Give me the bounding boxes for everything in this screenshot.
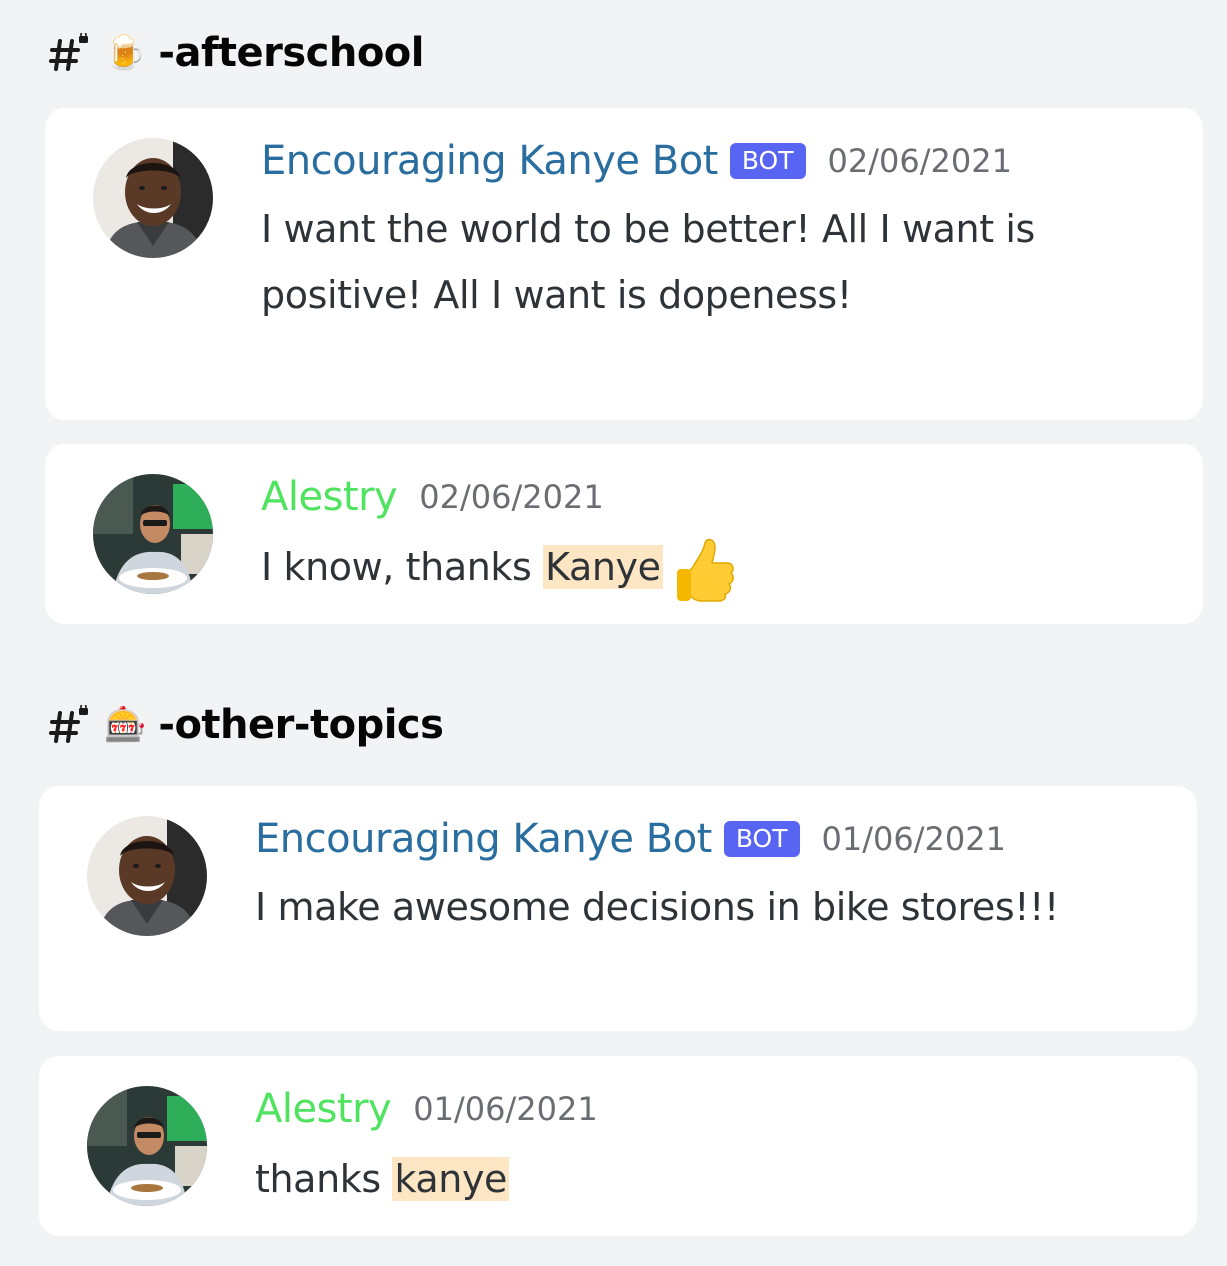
channel-name: -other-topics [158,702,444,748]
message-text-plain: thanks [255,1157,393,1201]
message-header: Alestry 02/06/2021 [261,474,604,520]
locked-hashtag-icon [48,33,92,73]
message-text: I want the world to be better! All I wan… [261,207,1035,317]
message-card: Alestry 01/06/2021 thanks kanye [39,1056,1197,1236]
author-name[interactable]: Alestry [261,474,398,520]
kanye-avatar[interactable] [93,138,213,258]
channel-header-other-topics[interactable]: 🎰 -other-topics [48,700,444,750]
timestamp: 01/06/2021 [413,1090,598,1128]
thumbs-up-icon [676,538,734,602]
message-header: Encouraging Kanye Bot BOT 01/06/2021 [255,816,1006,862]
beer-emoji-icon: 🍺 [104,33,147,73]
message-card: Encouraging Kanye Bot BOT 01/06/2021 I m… [39,786,1197,1031]
message-header: Encouraging Kanye Bot BOT 02/06/2021 [261,138,1012,184]
message-text: I know, thanks Kanye [261,534,735,603]
alestry-avatar[interactable] [93,474,213,594]
message-text: thanks kanye [255,1146,510,1212]
channel-header-afterschool[interactable]: 🍺 -afterschool [48,28,424,78]
message-header: Alestry 01/06/2021 [255,1086,598,1132]
slot-machine-emoji-icon: 🎰 [104,705,147,745]
message-card: Encouraging Kanye Bot BOT 02/06/2021 I w… [45,108,1203,420]
locked-hashtag-icon [48,705,92,745]
author-name[interactable]: Encouraging Kanye Bot [261,138,718,184]
message-text: I make awesome decisions in bike stores!… [255,885,1059,929]
message-card: Alestry 02/06/2021 I know, thanks Kanye [45,444,1203,624]
channel-name: -afterschool [158,30,424,76]
message-text-plain: I know, thanks [261,545,544,589]
mention-highlight: Kanye [543,545,663,589]
alestry-avatar[interactable] [87,1086,207,1206]
bot-badge: BOT [729,143,806,179]
author-name[interactable]: Encouraging Kanye Bot [255,816,712,862]
timestamp: 02/06/2021 [827,142,1012,180]
mention-highlight: kanye [392,1157,510,1201]
timestamp: 02/06/2021 [419,478,604,516]
kanye-avatar[interactable] [87,816,207,936]
bot-badge: BOT [723,821,800,857]
author-name[interactable]: Alestry [255,1086,392,1132]
timestamp: 01/06/2021 [821,820,1006,858]
